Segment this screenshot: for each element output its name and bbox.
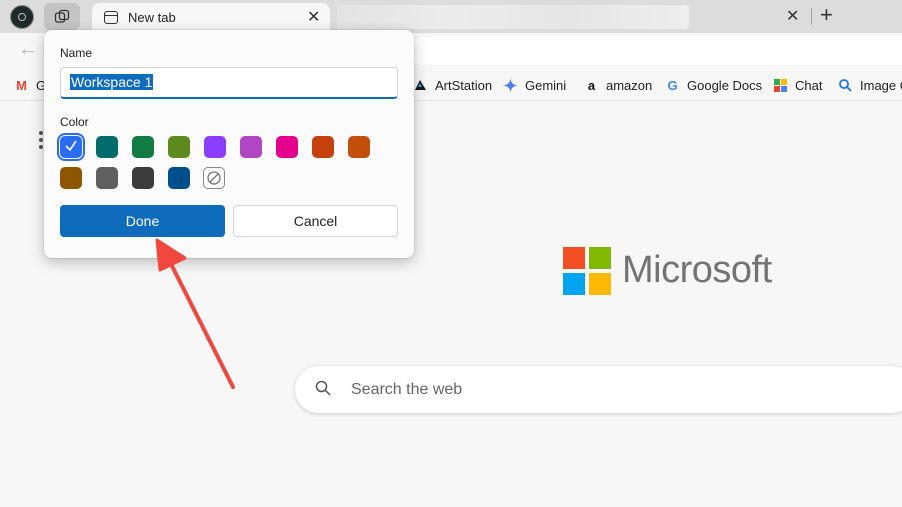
artstation-icon [415, 80, 426, 90]
bookmark-gemini[interactable]: Gemini [503, 78, 566, 93]
color-swatch[interactable] [132, 136, 154, 158]
amazon-icon: a [587, 78, 596, 93]
color-swatch[interactable] [60, 167, 82, 189]
gmail-icon: M [16, 78, 27, 93]
edit-workspace-dialog: Name Workspace 1 Color Done Cancel [44, 30, 414, 258]
no-color-icon [207, 171, 221, 185]
cancel-button[interactable]: Cancel [233, 205, 398, 237]
bookmark-label: amazon [606, 78, 653, 93]
bookmark-label: ArtStation [435, 78, 493, 93]
color-swatch[interactable] [132, 167, 154, 189]
search-placeholder: Search the web [351, 381, 463, 398]
color-swatch[interactable] [168, 167, 190, 189]
bookmark-label: Image G [860, 78, 902, 93]
workspaces-icon [54, 9, 70, 23]
color-swatch[interactable] [96, 136, 118, 158]
search-icon [315, 380, 331, 396]
new-tab-button[interactable]: + [820, 2, 833, 28]
workspace-name-value: Workspace 1 [70, 74, 154, 90]
workspaces-button[interactable] [44, 3, 80, 30]
bookmark-label: Chat [795, 78, 823, 93]
close-tab-icon[interactable]: ✕ [307, 7, 320, 27]
color-swatch[interactable] [240, 136, 262, 158]
new-tab-page-icon [104, 11, 118, 24]
bookmark-artstation[interactable]: ArtStation [413, 78, 492, 93]
bookmark-label: Google Docs [687, 78, 763, 93]
color-label: Color [60, 115, 89, 129]
bookmark-gmail[interactable]: MG [14, 78, 46, 93]
bookmark-label: Gemini [525, 78, 567, 93]
color-swatch[interactable] [312, 136, 334, 158]
no-color-swatch[interactable] [203, 167, 225, 189]
google-icon: G [667, 78, 678, 93]
checkmark-icon [65, 140, 77, 152]
search-icon [839, 79, 852, 92]
workspace-name-input[interactable]: Workspace 1 [60, 67, 398, 99]
brand-name: Microsoft [622, 249, 772, 291]
more-options-icon[interactable] [39, 131, 43, 152]
color-swatch[interactable] [96, 167, 118, 189]
google-chat-icon [774, 79, 787, 92]
color-swatch[interactable] [57, 133, 85, 161]
bookmark-chat[interactable]: Chat [773, 78, 822, 93]
color-swatch[interactable] [204, 136, 226, 158]
color-swatch[interactable] [168, 136, 190, 158]
color-swatch[interactable] [348, 136, 370, 158]
tab-strip: New tab ✕ ✕ + [0, 0, 902, 33]
close-tab-icon[interactable]: ✕ [786, 6, 799, 26]
microsoft-logo-icon [563, 247, 611, 295]
tab-blurred[interactable] [337, 5, 689, 29]
address-bar[interactable] [408, 37, 902, 65]
color-swatch[interactable] [276, 136, 298, 158]
profile-avatar[interactable] [10, 5, 34, 29]
bookmark-image-search[interactable]: Image G [838, 78, 902, 93]
tab-separator [811, 8, 812, 25]
back-arrow-icon[interactable]: ← [18, 38, 38, 61]
search-box[interactable]: Search the web [295, 366, 902, 413]
name-label: Name [60, 46, 93, 60]
tab-title: New tab [128, 10, 176, 25]
bookmark-amazon[interactable]: a amazon [584, 78, 652, 93]
bookmark-google-docs[interactable]: G Google Docs [665, 78, 762, 93]
done-button[interactable]: Done [60, 205, 225, 237]
tab-new-tab[interactable]: New tab ✕ [92, 3, 330, 33]
gemini-icon [503, 78, 518, 93]
